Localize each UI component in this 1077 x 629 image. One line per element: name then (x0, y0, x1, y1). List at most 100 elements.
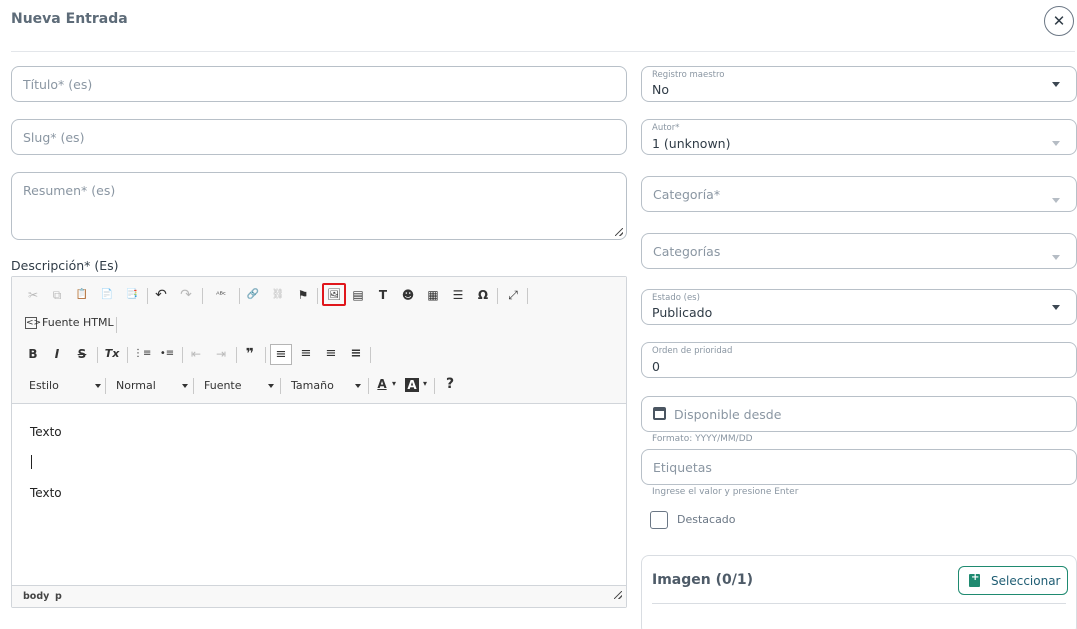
titulo-input[interactable]: Título* (es) (11, 66, 627, 102)
path-p[interactable]: p (55, 591, 62, 602)
autor-value: 1 (unknown) (652, 136, 731, 151)
table-icon[interactable]: ▦ (425, 287, 441, 305)
toolbar-separator (280, 378, 281, 394)
orden-value: 0 (652, 359, 660, 374)
registro-value: No (652, 82, 669, 97)
size-dropdown[interactable]: Tamaño (291, 378, 361, 394)
format-dropdown[interactable]: Normal (116, 378, 188, 394)
iframe-icon[interactable]: ▤ (350, 287, 366, 305)
italic-icon[interactable]: I (49, 346, 65, 364)
editor-content[interactable]: Texto Texto (12, 405, 626, 585)
unlink-icon[interactable]: ⛓ (270, 287, 286, 305)
chevron-down-icon (182, 384, 188, 388)
text-color-icon[interactable]: A (375, 376, 389, 394)
paste-text-icon[interactable]: 📄 (99, 287, 115, 305)
align-right-icon[interactable]: ≡ (323, 346, 339, 364)
image-icon[interactable]: 🖼 (322, 283, 346, 306)
toolbar-separator (97, 347, 98, 363)
page-title: Nueva Entrada (11, 11, 128, 27)
descripcion-label: Descripción* (Es) (11, 258, 119, 273)
strikethrough-icon[interactable]: S (74, 346, 90, 364)
blockquote-icon[interactable]: ❞ (242, 346, 258, 364)
special-char-icon[interactable]: Ω (475, 287, 491, 305)
chevron-down-icon (355, 384, 361, 388)
disponible-desde-input[interactable]: Disponible desde (641, 396, 1077, 432)
undo-icon[interactable]: ↶ (153, 287, 169, 305)
spellcheck-icon[interactable]: ᴬᴮᶜ (208, 287, 234, 305)
orden-label: Orden de prioridad (652, 346, 733, 356)
link-icon[interactable]: 🔗 (245, 287, 261, 305)
categoria-select[interactable]: Categoría* (641, 176, 1077, 212)
toolbar-separator (116, 317, 117, 333)
outdent-icon[interactable]: ⇤ (188, 346, 204, 364)
etiquetas-placeholder: Etiquetas (653, 460, 712, 475)
destacado-checkbox[interactable] (650, 511, 668, 529)
destacado-label: Destacado (677, 513, 736, 526)
toolbar-separator (127, 347, 128, 363)
autor-select[interactable]: Autor* 1 (unknown) (641, 119, 1077, 155)
numbered-list-icon[interactable]: ⋮≡ (133, 346, 151, 364)
toolbar-separator (236, 347, 237, 363)
indent-icon[interactable]: ⇥ (213, 346, 229, 364)
chevron-down-icon (95, 384, 101, 388)
background-color-icon[interactable]: A (405, 378, 419, 392)
resumen-textarea[interactable]: Resumen* (es) (11, 172, 627, 240)
template-icon[interactable]: T (375, 287, 391, 305)
paste-word-icon[interactable]: 📑 (124, 287, 140, 305)
estado-select[interactable]: Estado (es) Publicado (641, 289, 1077, 325)
bulleted-list-icon[interactable]: •≡ (158, 346, 176, 364)
disponible-placeholder: Disponible desde (674, 407, 782, 422)
select-image-button[interactable]: Seleccionar (958, 566, 1068, 595)
toolbar-separator (370, 347, 371, 363)
toolbar-separator (202, 288, 203, 304)
source-icon[interactable]: <> (25, 317, 41, 329)
disponible-hint: Formato: YYYY/MM/DD (652, 434, 753, 444)
help-icon[interactable]: ? (442, 376, 458, 394)
chevron-down-icon[interactable]: ▾ (390, 376, 398, 394)
estado-value: Publicado (652, 305, 713, 320)
registro-maestro-select[interactable]: Registro maestro No (641, 66, 1077, 102)
style-dropdown[interactable]: Estilo (29, 378, 101, 394)
categorias-select[interactable]: Categorías (641, 233, 1077, 269)
chevron-down-icon (1052, 141, 1060, 146)
align-center-icon[interactable]: ≡ (298, 346, 314, 364)
font-dropdown[interactable]: Fuente (204, 378, 274, 394)
close-button[interactable]: ✕ (1044, 6, 1074, 36)
chevron-down-icon[interactable]: ▾ (421, 376, 429, 394)
toolbar-separator (527, 288, 528, 304)
maximize-icon[interactable]: ⤢ (505, 287, 521, 305)
copy-icon[interactable]: ⧉ (49, 287, 65, 305)
toolbar-separator (147, 288, 148, 304)
slug-placeholder: Slug* (es) (23, 130, 85, 145)
editor-toolbar: ✂ ⧉ 📋 📄 📑 ↶ ↷ ᴬᴮᶜ 🔗 ⛓ ⚑ 🖼 ▤ T ☻ ▦ ☰ Ω ⤢ … (12, 277, 626, 404)
toolbar-separator (239, 288, 240, 304)
remove-format-icon[interactable]: Tx (103, 346, 121, 364)
anchor-icon[interactable]: ⚑ (295, 287, 311, 305)
orden-prioridad-input[interactable]: Orden de prioridad 0 (641, 342, 1077, 378)
align-left-icon[interactable]: ≡ (270, 344, 292, 365)
horizontal-rule-icon[interactable]: ☰ (450, 287, 466, 305)
chevron-down-icon (1052, 255, 1060, 260)
cut-icon[interactable]: ✂ (25, 287, 41, 305)
slug-input[interactable]: Slug* (es) (11, 119, 627, 155)
categoria-placeholder: Categoría* (653, 187, 721, 202)
toolbar-separator (434, 378, 435, 394)
path-body[interactable]: body (23, 591, 49, 602)
editor-resize-handle[interactable] (614, 591, 622, 599)
redo-icon[interactable]: ↷ (178, 287, 194, 305)
categorias-placeholder: Categorías (653, 244, 721, 259)
text-cursor (31, 455, 32, 469)
font-dropdown-label: Fuente (204, 379, 242, 392)
calendar-icon[interactable] (653, 407, 666, 420)
bold-icon[interactable]: B (25, 346, 41, 364)
source-button[interactable]: Fuente HTML (42, 315, 114, 333)
etiquetas-input[interactable]: Etiquetas (641, 449, 1077, 485)
toolbar-separator (368, 378, 369, 394)
paste-icon[interactable]: 📋 (74, 287, 90, 305)
smiley-icon[interactable]: ☻ (400, 287, 416, 305)
toolbar-separator (265, 347, 266, 363)
resize-handle[interactable] (615, 228, 623, 236)
toolbar-separator (497, 288, 498, 304)
toolbar-separator (193, 378, 194, 394)
justify-icon[interactable]: ≡ (348, 346, 364, 364)
